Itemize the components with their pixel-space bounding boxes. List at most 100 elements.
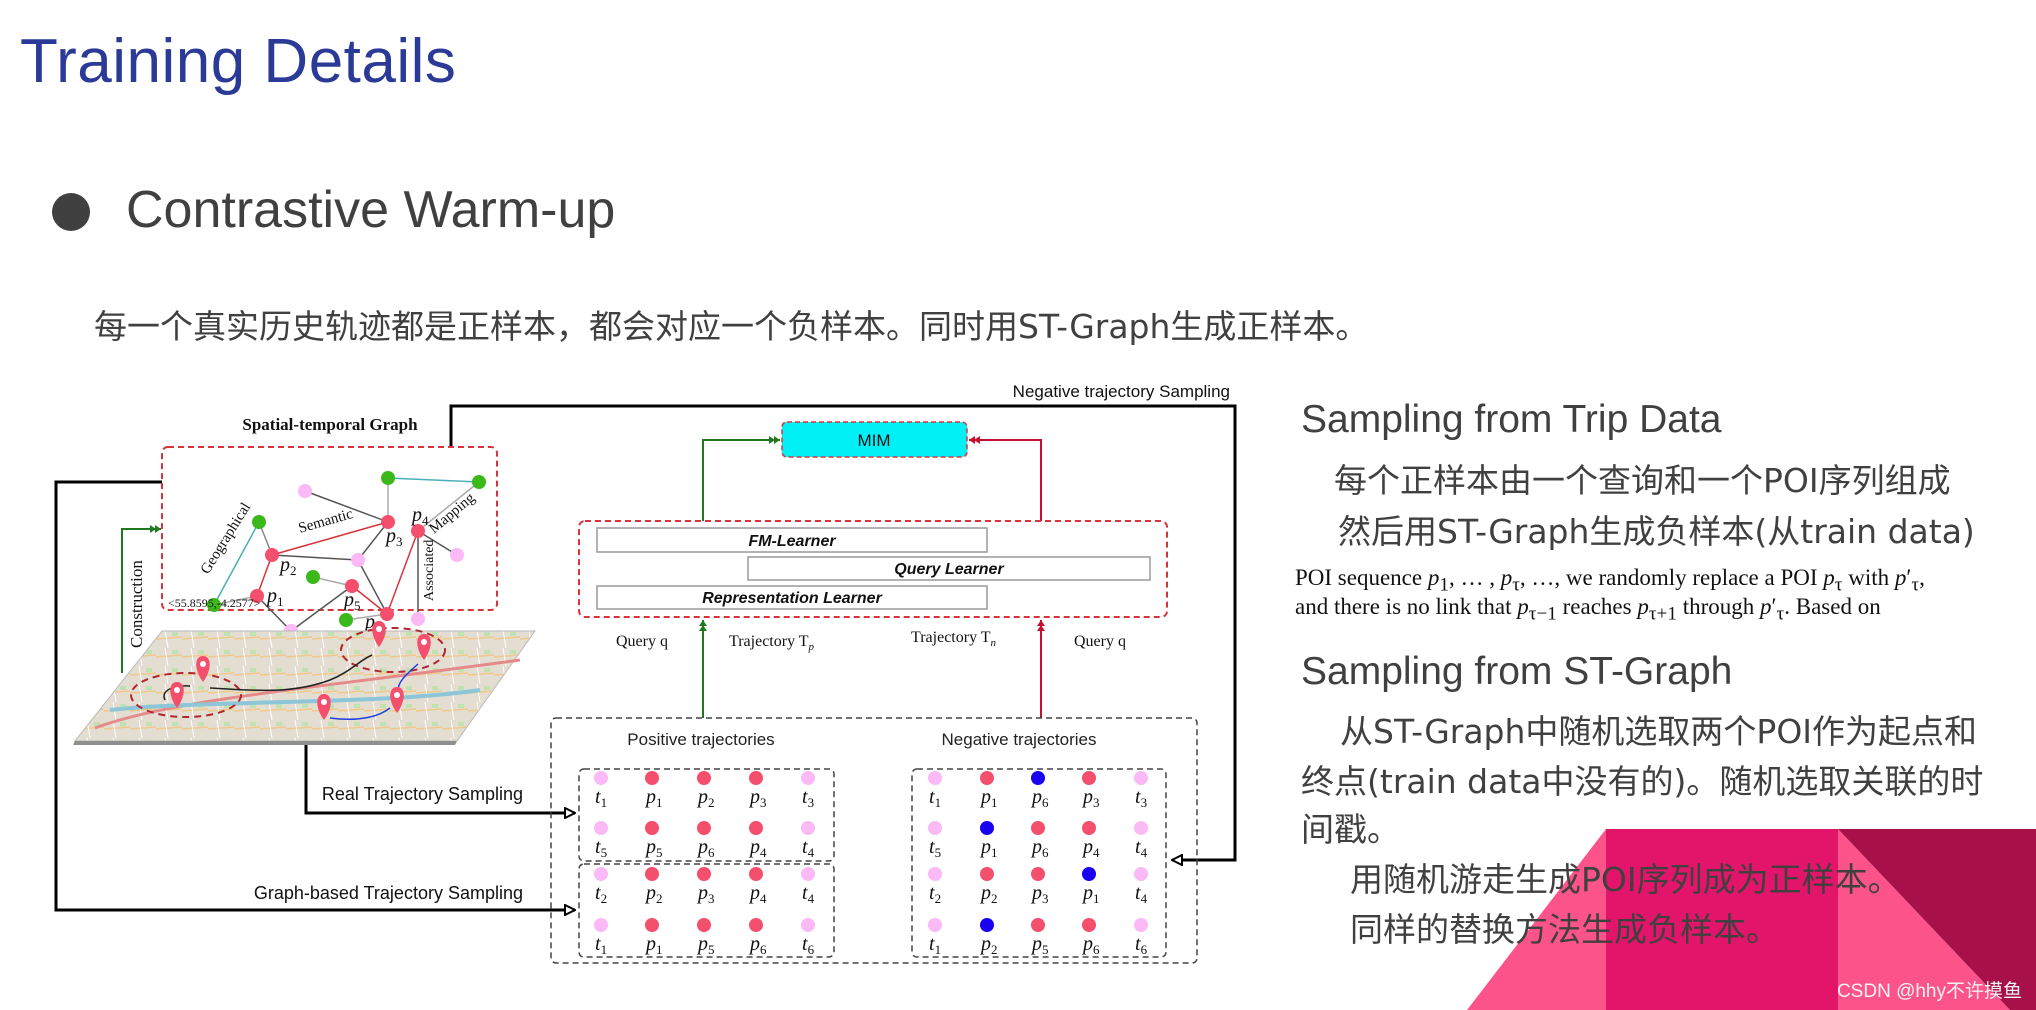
trajectory-token: p4	[748, 836, 767, 860]
graph-node-geo	[339, 613, 353, 627]
graph-node-poi	[265, 548, 279, 562]
trajectory-token: p5	[644, 836, 663, 860]
negative-to-mim-arrow	[969, 436, 1042, 521]
trajectory-token: p5	[1030, 933, 1049, 957]
trajectory-dot-poi	[749, 821, 763, 835]
trajectory-dot-poi	[749, 918, 763, 932]
trajectory-token: p6	[1081, 933, 1100, 957]
trajectory-dot-time	[594, 867, 608, 881]
trajectory-token: p3	[696, 882, 715, 906]
trajectory-dot-time	[801, 918, 815, 932]
construction-label: Construction	[127, 560, 146, 648]
trajectory-token: t4	[1135, 882, 1148, 906]
trajectory-token: t2	[929, 882, 941, 906]
trip-data-heading: Sampling from Trip Data	[1301, 398, 1722, 441]
trajectory-token: p1	[1081, 882, 1100, 906]
trajectory-dot-replaced	[1031, 771, 1045, 785]
trajectory-dot-replaced	[980, 918, 994, 932]
real-sampling-label: Real Trajectory Sampling	[322, 784, 523, 804]
positive-to-mim-arrow	[702, 436, 780, 521]
trajectory-dot-poi	[1031, 918, 1045, 932]
trajectory-dot-poi	[645, 867, 659, 881]
trajectory-neg-label: Trajectory Tn	[911, 629, 997, 649]
trajectory-dot-time	[928, 867, 942, 881]
map-pin-dot	[200, 661, 206, 667]
trajectory-token: p6	[1030, 786, 1049, 810]
trajectory-dot-time	[594, 771, 608, 785]
graph-node-poi	[380, 607, 394, 621]
graph-node-geo	[381, 471, 395, 485]
trajectory-token: p1	[979, 836, 998, 860]
map-pin-dot	[174, 687, 180, 693]
fm-learner-label: FM-Learner	[748, 533, 836, 550]
trajectory-token: t5	[595, 836, 607, 860]
trajectory-token: t6	[1135, 933, 1148, 957]
section-heading: Contrastive Warm-up	[126, 181, 616, 239]
map-pin-dot	[394, 692, 400, 698]
trajectory-dot-poi	[1031, 821, 1045, 835]
st-graph-title: Spatial-temporal Graph	[242, 415, 418, 434]
representation-learner-label: Representation Learner	[702, 590, 882, 607]
trajectory-dot-time	[928, 918, 942, 932]
trajectory-token: t1	[929, 786, 941, 810]
trajectory-token: p4	[1081, 836, 1100, 860]
query-right-label: Query q	[1074, 633, 1126, 650]
trajectory-token: p1	[644, 933, 663, 957]
trajectory-dot-poi	[645, 771, 659, 785]
graph-node-geo	[252, 515, 266, 529]
graph-node-geo	[306, 570, 320, 584]
trajectory-token: p1	[644, 786, 663, 810]
trajectory-token: p1	[979, 786, 998, 810]
trajectory-token: p5	[696, 933, 715, 957]
st-graph-line-2: 终点(train data中没有的)。随机选取关联的时	[1301, 762, 1984, 801]
trajectory-token: t1	[595, 933, 607, 957]
negative-sampling-label: Negative trajectory Sampling	[1013, 382, 1230, 401]
trajectory-dot-time	[801, 821, 815, 835]
trajectory-token: p6	[748, 933, 767, 957]
trajectory-token: p3	[1030, 882, 1049, 906]
trajectory-token: p2	[979, 933, 998, 957]
graph-node-time	[411, 612, 425, 626]
graph-node-time	[351, 553, 365, 567]
trajectory-token: t3	[802, 786, 814, 810]
trajectory-token: p6	[1030, 836, 1049, 860]
negative-trajectories-header: Negative trajectories	[942, 730, 1097, 749]
intro-text: 每一个真实历史轨迹都是正样本，都会对应一个负样本。同时用ST-Graph生成正样…	[94, 307, 1369, 346]
trajectory-token: p3	[748, 786, 767, 810]
trajectory-dot-poi	[645, 918, 659, 932]
paper-excerpt-line-1: POI sequence p1, … , pτ, …, we randomly …	[1295, 565, 1925, 596]
trajectory-dot-poi	[1031, 867, 1045, 881]
query-left-label: Query q	[616, 633, 668, 650]
trajectory-dot-time	[928, 771, 942, 785]
query-learner-label: Query Learner	[894, 561, 1004, 578]
trajectory-dot-time	[801, 771, 815, 785]
bullet-icon	[52, 193, 90, 231]
trajectory-dot-poi	[697, 821, 711, 835]
trajectory-dot-poi	[697, 771, 711, 785]
trajectory-token: p2	[696, 786, 715, 810]
coordinate-label: <55.8595,-4.2577>	[168, 596, 261, 610]
map-pin-dot	[321, 699, 327, 705]
trajectory-dot-poi	[697, 867, 711, 881]
trajectory-dot-time	[594, 918, 608, 932]
paper-excerpt-line-2: and there is no link that pτ−1 reaches p…	[1295, 594, 1881, 625]
trajectory-token: t4	[802, 836, 815, 860]
trajectory-dot-time	[594, 821, 608, 835]
trajectory-dot-time	[801, 867, 815, 881]
st-graph-heading: Sampling from ST-Graph	[1301, 650, 1733, 693]
trajectory-token: t6	[802, 933, 815, 957]
trajectory-token: t1	[595, 786, 607, 810]
trajectory-dot-poi	[749, 771, 763, 785]
st-graph-indented-1: 用随机游走生成POI序列成为正样本。	[1350, 860, 1901, 899]
watermark: CSDN @hhy不许摸鱼	[1836, 981, 2022, 1002]
trajectory-dot-time	[1134, 918, 1148, 932]
st-graph-indented-2: 同样的替换方法生成负样本。	[1350, 910, 1779, 949]
trajectory-token: p6	[696, 836, 715, 860]
trajectory-dot-time	[928, 821, 942, 835]
trajectory-dot-time	[1134, 771, 1148, 785]
trajectory-dot-time	[1134, 821, 1148, 835]
st-graph-line-3: 间戳。	[1301, 810, 1400, 849]
trajectory-token: p4	[748, 882, 767, 906]
trajectory-pos-label: Trajectory Tp	[729, 633, 815, 653]
trajectory-dot-replaced	[980, 821, 994, 835]
